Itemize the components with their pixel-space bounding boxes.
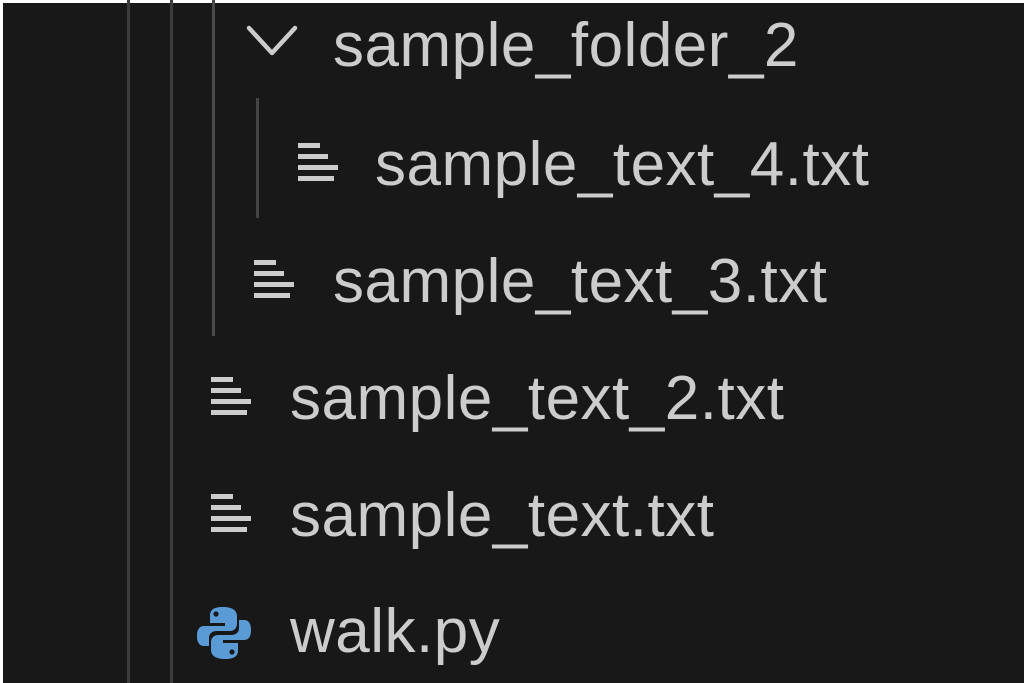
- tree-item-sample-text-4[interactable]: sample_text_4.txt: [0, 107, 1024, 223]
- tree-item-label: walk.py: [290, 597, 501, 666]
- chevron-down-icon[interactable]: [246, 24, 298, 58]
- text-file-icon: [211, 494, 251, 532]
- tree-item-sample-text[interactable]: sample_text.txt: [0, 458, 1024, 574]
- tree-item-label: sample_text_3.txt: [333, 247, 828, 316]
- python-icon: [197, 607, 251, 659]
- tree-item-label: sample_folder_2: [333, 11, 799, 80]
- text-file-icon: [211, 377, 251, 415]
- tree-item-label: sample_text_4.txt: [375, 130, 870, 199]
- text-file-icon: [298, 143, 338, 181]
- tree-item-sample-folder-2[interactable]: sample_folder_2: [0, 0, 1024, 104]
- tree-item-label: sample_text.txt: [290, 481, 715, 550]
- tree-item-walk-py[interactable]: walk.py: [0, 574, 1024, 683]
- tree-item-sample-text-3[interactable]: sample_text_3.txt: [0, 224, 1024, 340]
- tree-item-label: sample_text_2.txt: [290, 364, 785, 433]
- text-file-icon: [254, 260, 294, 298]
- file-explorer-tree: sample_folder_2 sample_text_4.txt sample…: [0, 0, 1024, 683]
- tree-item-sample-text-2[interactable]: sample_text_2.txt: [0, 341, 1024, 457]
